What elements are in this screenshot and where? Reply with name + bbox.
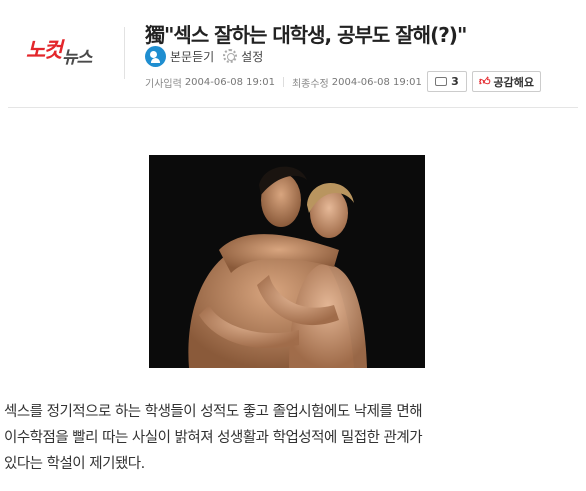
thumbs-up-icon: 👍︎ — [479, 75, 491, 88]
published-label: 기사입력 — [145, 78, 182, 90]
article-tools: 본문듣기 설정 — [145, 45, 263, 67]
article-line: 섹스를 정기적으로 하는 학생들이 성적도 좋고 졸업시험에도 낙제를 면해 — [4, 404, 423, 420]
settings-button[interactable]: 설정 — [241, 48, 263, 65]
updated-label: 최종수정 — [291, 78, 329, 90]
logo-part-gray: 뉴스 — [62, 48, 92, 68]
header-rule — [8, 107, 578, 108]
listen-button[interactable]: 본문듣기 — [170, 48, 214, 65]
comment-button[interactable]: 3 — [427, 71, 467, 92]
updated-date: 2004-06-08 19:01 — [331, 76, 422, 88]
comment-count: 3 — [451, 75, 459, 88]
article-title: 獨"섹스 잘하는 대학생, 공부도 잘해(?)" — [145, 23, 467, 47]
article-photo — [149, 155, 425, 368]
article-body: 섹스를 정기적으로 하는 학생들이 성적도 좋고 졸업시험에도 낙제를 면해 이… — [4, 399, 582, 477]
article-header: 노컷 뉴스 獨"섹스 잘하는 대학생, 공부도 잘해(?)" 본문듣기 설정 기… — [0, 0, 586, 108]
header-divider — [124, 27, 125, 79]
article-meta: 기사입력 2004-06-08 19:01 최종수정 2004-06-08 19… — [145, 74, 422, 90]
gear-icon[interactable] — [223, 49, 238, 63]
logo-part-red: 노컷 — [26, 38, 63, 62]
comment-icon — [435, 77, 448, 86]
photo-illustration — [149, 155, 425, 368]
published-date: 2004-06-08 19:01 — [184, 76, 275, 88]
site-logo[interactable]: 노컷 뉴스 — [26, 34, 102, 68]
meta-separator — [282, 77, 284, 87]
like-button[interactable]: 👍︎ 공감해요 — [472, 71, 541, 92]
article-line: 있다는 학설이 제기됐다. — [4, 456, 145, 472]
article-line: 이수학점을 빨리 따는 사실이 밝혀져 성생활과 학업성적에 밀접한 관계가 — [4, 430, 423, 446]
like-label: 공감해요 — [493, 75, 534, 89]
listen-icon[interactable] — [145, 45, 166, 67]
